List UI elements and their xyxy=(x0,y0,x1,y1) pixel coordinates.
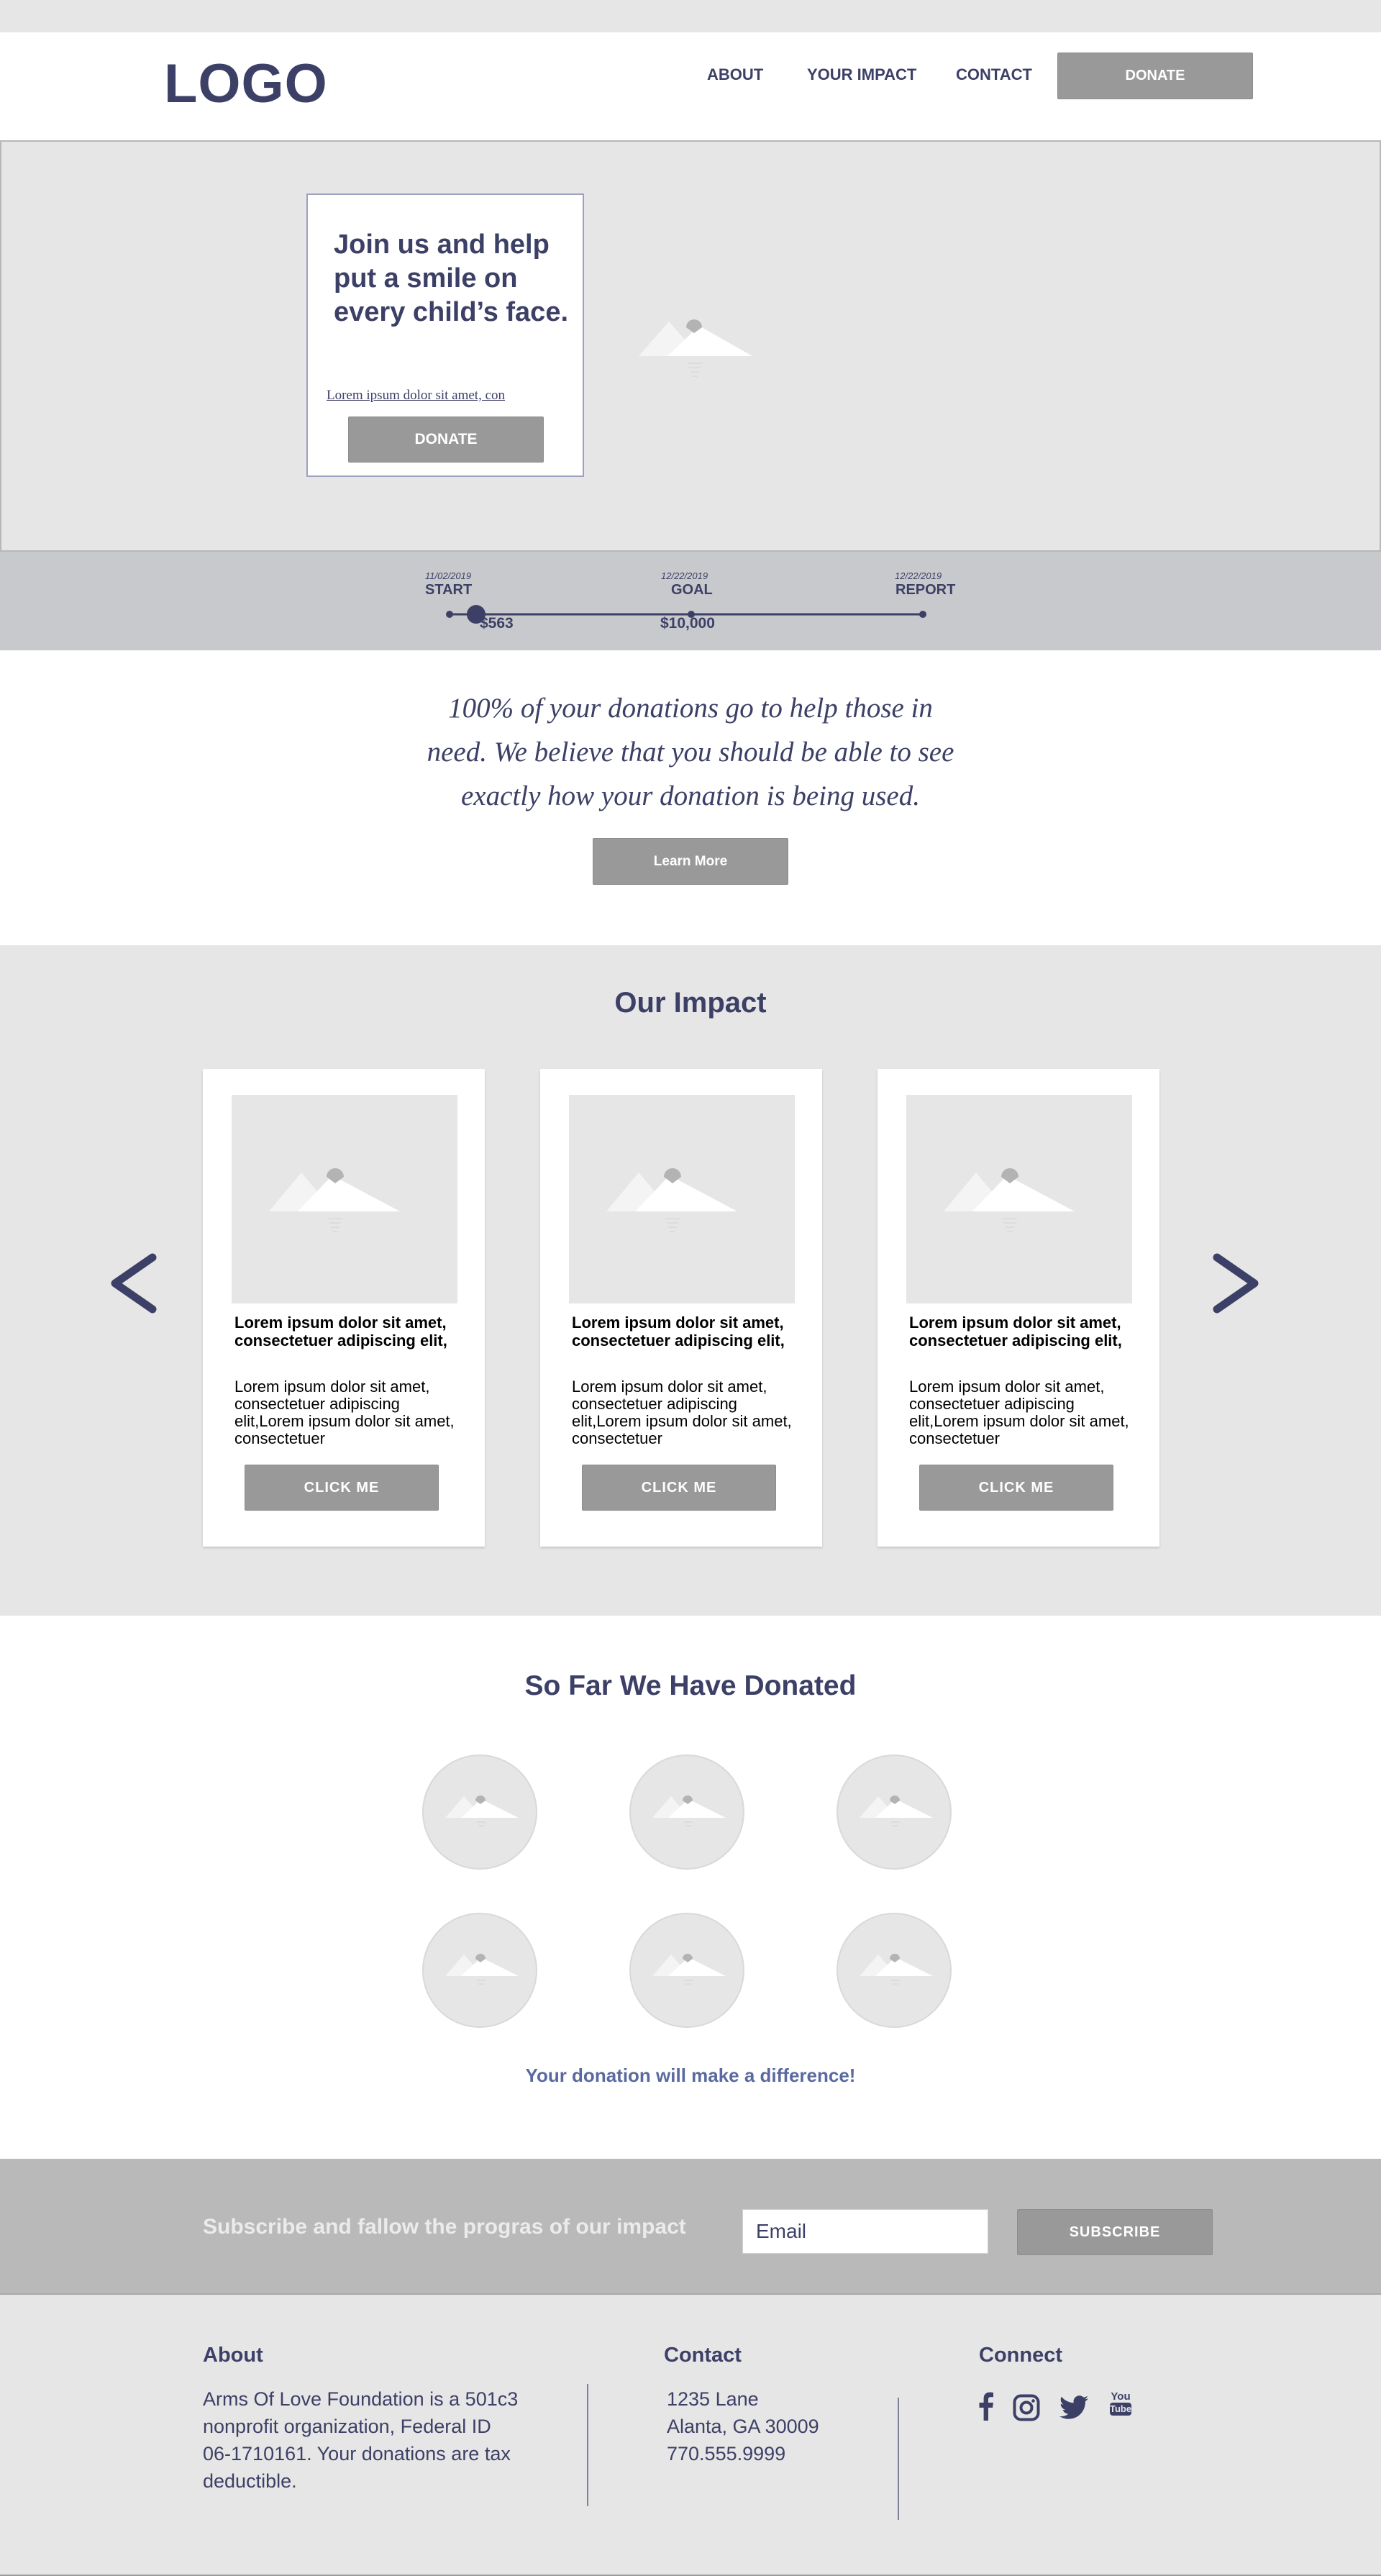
hero-link[interactable]: Lorem ipsum dolor sit amet, con xyxy=(327,388,571,404)
mission-section: 100% of your donations go to help those … xyxy=(0,650,1381,945)
card-heading: Lorem ipsum dolor sit amet, consectetuer… xyxy=(234,1314,447,1350)
facebook-icon[interactable] xyxy=(978,2392,994,2421)
footer-connect-heading: Connect xyxy=(979,2344,1062,2367)
card-click-me-button[interactable]: CLICK ME xyxy=(582,1465,776,1511)
donated-title: So Far We Have Donated xyxy=(524,1670,857,1701)
timeline-raised-amount: $563 xyxy=(480,615,514,632)
hero-title: Join us and help put a smile on every ch… xyxy=(334,229,569,327)
impact-card: Lorem ipsum dolor sit amet, consectetuer… xyxy=(878,1069,1159,1547)
footer-contact-heading: Contact xyxy=(664,2344,742,2367)
donated-image-circle xyxy=(629,1754,744,1870)
impact-section: Our Impact Lorem ipsum dolor sit amet, c… xyxy=(0,945,1381,1616)
card-body: Lorem ipsum dolor sit amet, consectetuer… xyxy=(572,1378,792,1447)
donated-image-circle xyxy=(629,1913,744,2028)
timeline-report-label: REPORT xyxy=(895,582,956,598)
image-placeholder-icon xyxy=(445,1954,519,1985)
nav-about[interactable]: ABOUT xyxy=(707,65,763,84)
card-click-me-button[interactable]: CLICK ME xyxy=(245,1465,439,1511)
card-body: Lorem ipsum dolor sit amet, consectetuer… xyxy=(909,1378,1129,1447)
footer-about-line: nonprofit organization, Federal ID xyxy=(203,2416,491,2437)
mission-statement: 100% of your donations go to help those … xyxy=(403,686,978,818)
carousel-prev-arrow-icon[interactable] xyxy=(108,1253,158,1314)
hero-donate-button[interactable]: DONATE xyxy=(348,417,544,463)
image-placeholder-icon xyxy=(269,1168,400,1232)
footer-contact-text: 1235 Lane Alanta, GA 30009 770.555.9999 xyxy=(667,2385,911,2467)
image-placeholder-icon xyxy=(652,1954,726,1985)
subscribe-text: Subscribe and fallow the progras of our … xyxy=(203,2215,686,2239)
footer-about-heading: About xyxy=(203,2344,263,2367)
card-body: Lorem ipsum dolor sit amet, consectetuer… xyxy=(234,1378,455,1447)
instagram-icon[interactable] xyxy=(1013,2394,1040,2421)
mission-line: exactly how your donation is being used. xyxy=(461,780,920,811)
donation-timeline: 11/02/2019 START 12/22/2019 GOAL 12/22/2… xyxy=(0,552,1381,650)
card-heading: Lorem ipsum dolor sit amet, consectetuer… xyxy=(909,1314,1122,1350)
donated-image-circle xyxy=(422,1913,537,2028)
nav-your-impact[interactable]: YOUR IMPACT xyxy=(807,65,916,84)
footer-divider xyxy=(587,2384,588,2506)
learn-more-button[interactable]: Learn More xyxy=(593,838,788,885)
timeline-goal-amount: $10,000 xyxy=(660,615,715,632)
mission-line: need. We believe that you should be able… xyxy=(427,737,954,768)
timeline-start-label: START xyxy=(425,582,473,598)
footer-divider xyxy=(898,2398,899,2520)
footer-about-line: 06-1710161. Your donations are tax xyxy=(203,2443,511,2465)
footer-city-line: Alanta, GA 30009 xyxy=(667,2416,819,2437)
timeline-start-date: 11/02/2019 xyxy=(425,570,472,581)
image-placeholder-icon xyxy=(860,1954,933,1985)
donated-section: So Far We Have Donated Your donation wil… xyxy=(0,1616,1381,2159)
donated-image-circle xyxy=(422,1754,537,1870)
timeline-goal-date: 12/22/2019 xyxy=(661,570,708,581)
image-placeholder-icon xyxy=(445,1796,519,1826)
footer-about-line: Arms Of Love Foundation is a 501c3 xyxy=(203,2388,519,2410)
youtube-icon[interactable]: You Tube xyxy=(1110,2390,1131,2422)
site-header: LOGO ABOUT YOUR IMPACT CONTACT DONATE xyxy=(0,32,1381,140)
header-donate-button[interactable]: DONATE xyxy=(1057,53,1253,99)
footer-address-line: 1235 Lane xyxy=(667,2388,759,2410)
image-placeholder-icon xyxy=(652,1796,726,1826)
footer-about-line: deductible. xyxy=(203,2470,297,2492)
donated-image-circle xyxy=(837,1913,952,2028)
footer-phone-line[interactable]: 770.555.9999 xyxy=(667,2440,911,2467)
mission-line: 100% of your donations go to help those … xyxy=(448,693,933,724)
hero-image-placeholder-icon xyxy=(639,319,752,377)
youtube-icon-top: You xyxy=(1111,2390,1131,2403)
card-heading: Lorem ipsum dolor sit amet, consectetuer… xyxy=(572,1314,785,1350)
image-placeholder-icon xyxy=(860,1796,933,1826)
card-image-placeholder xyxy=(906,1095,1132,1303)
timeline-report-date: 12/22/2019 xyxy=(895,570,942,581)
site-footer: About Arms Of Love Foundation is a 501c3… xyxy=(0,2295,1381,2576)
impact-card: Lorem ipsum dolor sit amet, consectetuer… xyxy=(203,1069,485,1547)
hero-card: Join us and help put a smile on every ch… xyxy=(306,194,584,477)
timeline-goal-label: GOAL xyxy=(671,582,713,598)
hero-section: Join us and help put a smile on every ch… xyxy=(0,140,1381,552)
subscribe-bar: Subscribe and fallow the progras of our … xyxy=(0,2159,1381,2295)
footer-about-text: Arms Of Love Foundation is a 501c3 nonpr… xyxy=(203,2385,534,2495)
carousel-next-arrow-icon[interactable] xyxy=(1211,1253,1262,1314)
youtube-icon-bottom: Tube xyxy=(1110,2403,1132,2416)
donation-tagline: Your donation will make a difference! xyxy=(525,2065,856,2086)
donated-image-circle xyxy=(837,1754,952,1870)
card-image-placeholder xyxy=(232,1095,457,1303)
subscribe-button[interactable]: SUBSCRIBE xyxy=(1017,2209,1213,2255)
nav-contact[interactable]: CONTACT xyxy=(956,65,1032,84)
image-placeholder-icon xyxy=(944,1168,1075,1232)
logo[interactable]: LOGO xyxy=(164,53,328,115)
impact-title: Our Impact xyxy=(614,987,767,1019)
twitter-icon[interactable] xyxy=(1059,2395,1088,2420)
email-input[interactable] xyxy=(742,2209,988,2254)
impact-card: Lorem ipsum dolor sit amet, consectetuer… xyxy=(540,1069,822,1547)
card-click-me-button[interactable]: CLICK ME xyxy=(919,1465,1113,1511)
card-image-placeholder xyxy=(569,1095,795,1303)
image-placeholder-icon xyxy=(606,1168,737,1232)
